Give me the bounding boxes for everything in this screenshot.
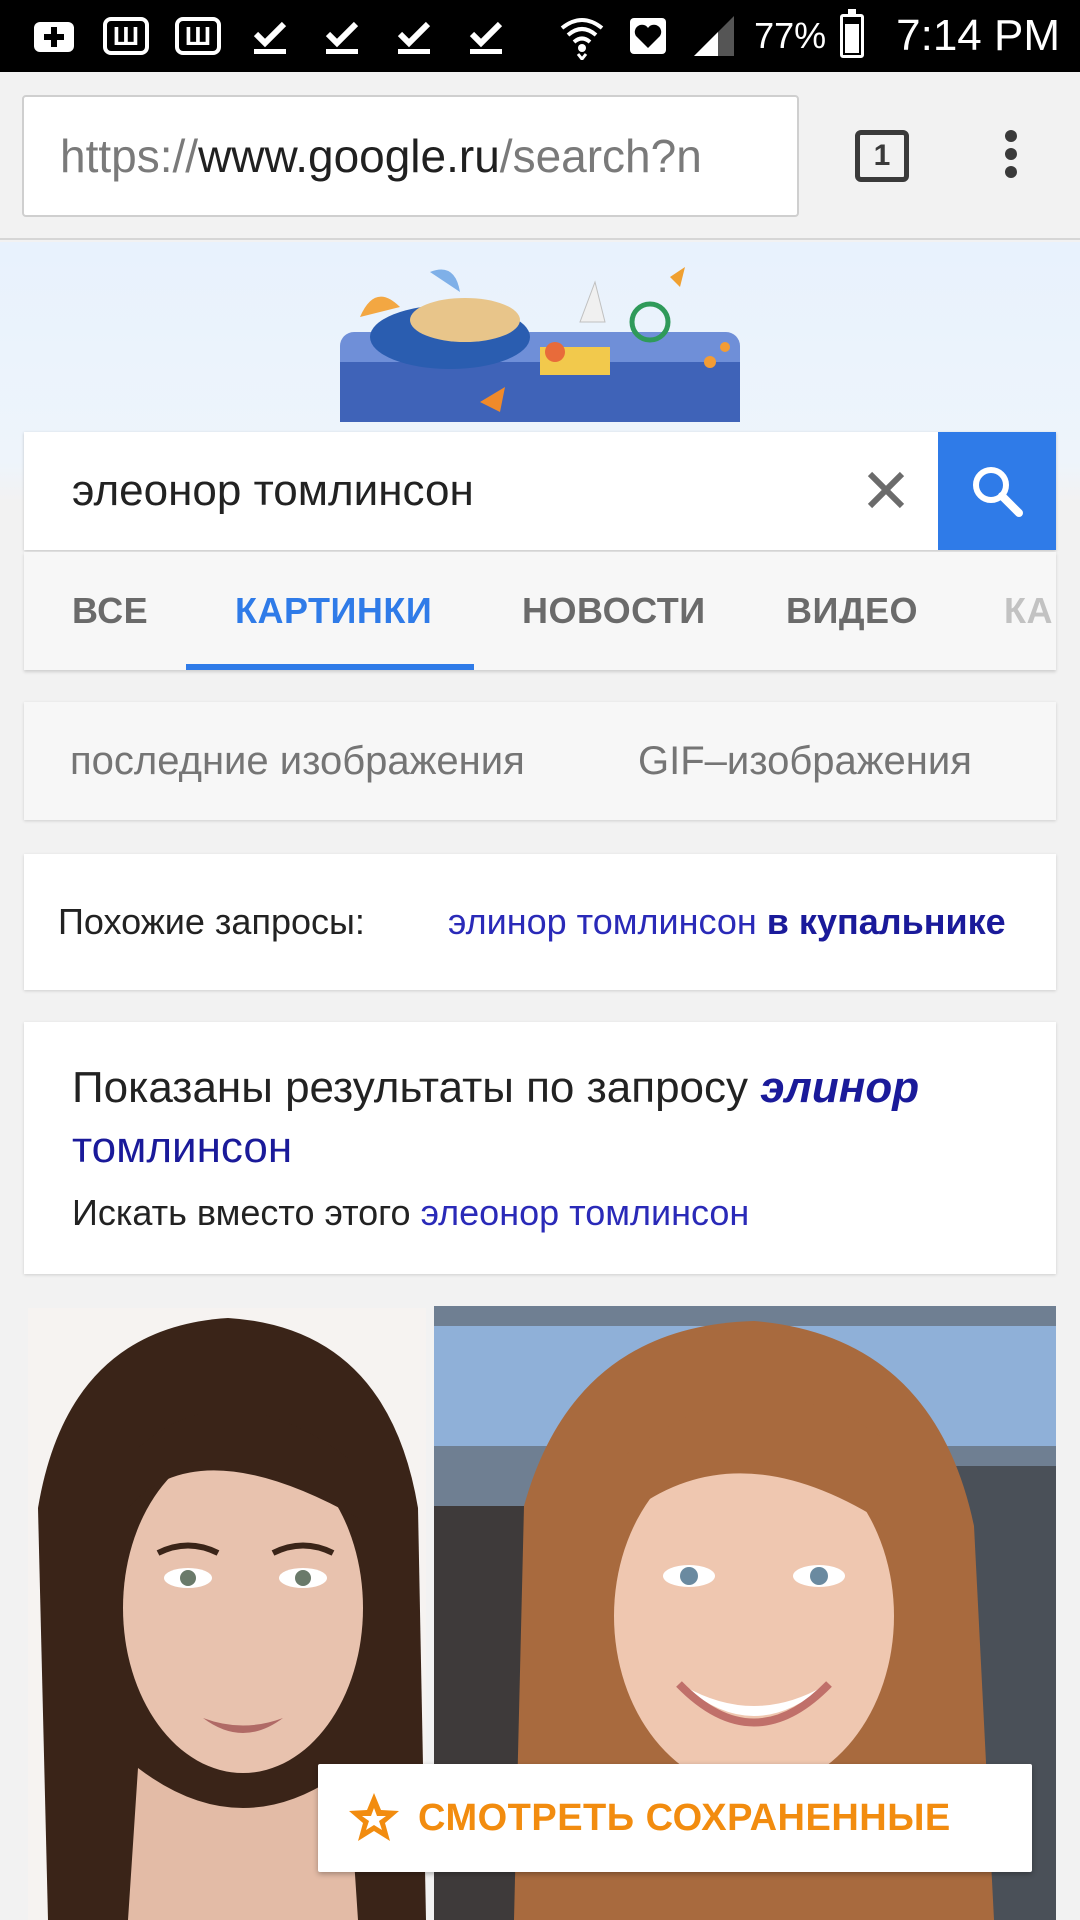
view-saved-label: СМОТРЕТЬ СОХРАНЕННЫЕ — [418, 1797, 951, 1839]
clock: 7:14 PM — [896, 11, 1060, 60]
wifi-icon — [556, 14, 608, 60]
tab-images[interactable]: КАРТИНКИ — [235, 552, 432, 670]
system-icons: 77% 7:14 PM — [556, 0, 1060, 72]
tab-switcher-button[interactable]: 1 — [855, 130, 909, 182]
download-done-icon — [244, 14, 296, 58]
tab-all[interactable]: ВСЕ — [72, 552, 148, 670]
search-icon — [973, 467, 1023, 517]
notification-icons: Ш Ш — [0, 14, 512, 58]
chip-gif-images[interactable]: GIF–изображения — [638, 702, 972, 820]
star-icon — [349, 1793, 399, 1841]
search-button[interactable] — [938, 432, 1056, 550]
search-instead-prefix: Искать вместо этого — [72, 1192, 411, 1233]
original-query-link[interactable]: элеонор томлинсон — [421, 1192, 750, 1233]
related-searches-label: Похожие запросы: — [58, 901, 365, 942]
related-searches: Похожие запросы: элинор томлинсон в купа… — [24, 854, 1056, 990]
clear-search-button[interactable] — [854, 458, 918, 522]
browser-toolbar: https://www.google.ru/search?n 1 — [0, 72, 1080, 240]
related-link-bold: в купальнике — [766, 901, 1006, 942]
battery-icon — [840, 9, 865, 58]
search-tabs: ВСЕ КАРТИНКИ НОВОСТИ ВИДЕО КА — [24, 552, 1056, 670]
search-input[interactable]: элеонор томлинсон — [72, 432, 474, 550]
download-done-icon — [316, 14, 368, 58]
filter-chips: последние изображения GIF–изображения — [24, 702, 1056, 820]
download-done-icon — [460, 14, 512, 58]
showing-results-for: Показаны результаты по запросу элинор то… — [72, 1058, 1032, 1178]
add-icon — [28, 14, 80, 58]
corrected-query-link[interactable]: элинор — [760, 1063, 919, 1112]
view-saved-button[interactable]: СМОТРЕТЬ СОХРАНЕННЫЕ — [318, 1764, 1032, 1872]
related-search-link[interactable]: элинор томлинсон в купальнике — [448, 854, 1006, 990]
overflow-menu-icon[interactable] — [1000, 130, 1022, 186]
w-app-icon: Ш — [100, 14, 152, 58]
chip-recent-images[interactable]: последние изображения — [70, 702, 525, 820]
spelling-correction-card: Показаны результаты по запросу элинор то… — [24, 1022, 1056, 1274]
search-bar: элеонор томлинсон — [24, 432, 1056, 550]
showing-results-prefix: Показаны результаты по запросу — [72, 1063, 749, 1112]
heart-icon — [622, 14, 674, 58]
battery-level — [845, 23, 860, 53]
tab-video[interactable]: ВИДЕО — [786, 552, 918, 670]
related-link-text: элинор томлинсон — [448, 901, 757, 942]
search-instead: Искать вместо этого элеонор томлинсон — [72, 1192, 749, 1234]
close-icon — [867, 471, 905, 509]
signal-icon — [688, 14, 740, 58]
url-bar[interactable]: https://www.google.ru/search?n — [22, 95, 799, 217]
download-done-icon — [388, 14, 440, 58]
url-path: /search?n — [499, 130, 702, 182]
corrected-query-link-cont[interactable]: томлинсон — [72, 1123, 292, 1172]
tab-news[interactable]: НОВОСТИ — [522, 552, 706, 670]
battery-percent: 77% — [754, 15, 827, 56]
w-app-icon: Ш — [172, 14, 224, 58]
url-host: www.google.ru — [198, 130, 500, 182]
active-tab-indicator — [186, 664, 474, 670]
search-results-page: элеонор томлинсон ВСЕ КАРТИНКИ НОВОСТИ В… — [0, 242, 1080, 1920]
url-scheme: https:// — [60, 130, 199, 182]
google-doodle[interactable] — [330, 262, 750, 422]
status-bar: Ш Ш 77% 7:14 PM — [0, 0, 1080, 72]
tab-more[interactable]: КА — [1004, 552, 1053, 670]
